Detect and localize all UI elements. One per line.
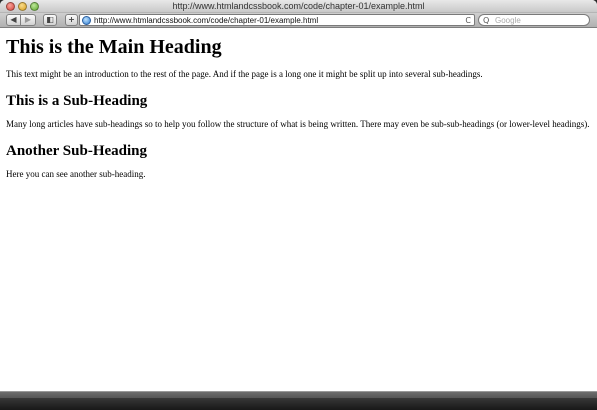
address-text[interactable]: http://www.htmlandcssbook.com/code/chapt… bbox=[94, 15, 318, 26]
reload-icon[interactable]: C bbox=[465, 15, 471, 26]
sub-heading-1: This is a Sub-Heading bbox=[6, 93, 148, 109]
add-bookmark-button[interactable]: + bbox=[65, 14, 78, 26]
plus-icon: + bbox=[68, 15, 75, 24]
main-heading: This is the Main Heading bbox=[6, 36, 222, 58]
window-bottom-edge bbox=[0, 391, 597, 410]
search-field[interactable]: Q Google bbox=[478, 14, 590, 26]
paragraph-1: Many long articles have sub-headings so … bbox=[6, 119, 590, 129]
back-button[interactable]: ◀ bbox=[6, 14, 21, 26]
back-arrow-icon: ◀ bbox=[10, 15, 17, 24]
forward-button[interactable]: ▶ bbox=[21, 14, 36, 26]
intro-paragraph: This text might be an introduction to th… bbox=[6, 69, 483, 79]
desktop-shadow bbox=[0, 398, 597, 410]
title-bar: http://www.htmlandcssbook.com/code/chapt… bbox=[0, 0, 597, 13]
globe-icon bbox=[82, 16, 91, 25]
paragraph-2: Here you can see another sub-heading. bbox=[6, 169, 146, 179]
bookmarks-button[interactable]: ◧ bbox=[43, 14, 57, 26]
window-title: http://www.htmlandcssbook.com/code/chapt… bbox=[172, 1, 425, 11]
browser-toolbar: ◀ ▶ ◧ + http://www.htmlandcssbook.com/co… bbox=[0, 13, 597, 28]
sub-heading-2: Another Sub-Heading bbox=[6, 143, 148, 159]
forward-arrow-icon: ▶ bbox=[24, 15, 32, 24]
search-icon: Q bbox=[483, 16, 490, 25]
page-content: This is the Main Heading This text might… bbox=[0, 29, 597, 391]
search-placeholder: Google bbox=[495, 16, 521, 25]
address-bar[interactable]: http://www.htmlandcssbook.com/code/chapt… bbox=[79, 14, 475, 26]
bookmarks-icon: ◧ bbox=[46, 15, 54, 24]
browser-window: http://www.htmlandcssbook.com/code/chapt… bbox=[0, 0, 597, 410]
